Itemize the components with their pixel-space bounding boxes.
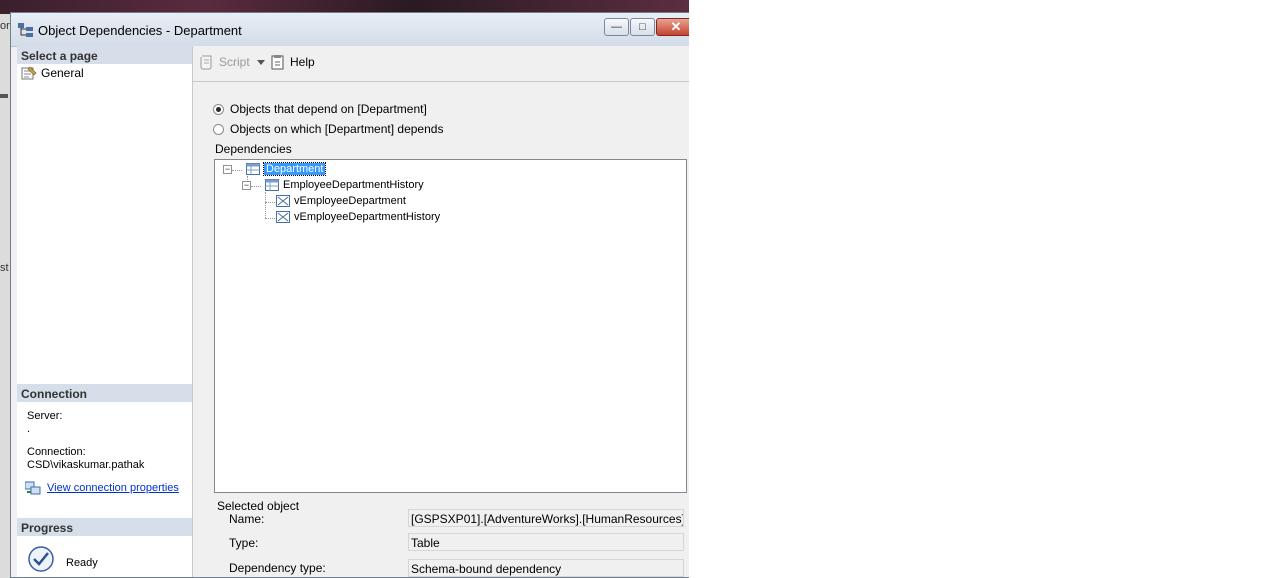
server-value: . [27, 423, 31, 435]
name-label: Name: [229, 512, 265, 526]
dependency-type-value-field[interactable]: Schema-bound dependency [408, 559, 684, 577]
script-button[interactable]: Script [199, 54, 250, 70]
selected-object-label: Selected object [217, 499, 300, 513]
connection-value: CSD\vikaskumar.pathak [27, 459, 145, 471]
type-label: Type: [229, 536, 259, 550]
script-label: Script [219, 55, 250, 69]
background-text-fragment: st [0, 262, 9, 274]
tree-node-label[interactable]: vEmployeeDepartmentHistory [294, 211, 440, 223]
radio-object-depends-on[interactable]: Objects on which [Department] depends [213, 122, 443, 136]
help-label: Help [290, 55, 315, 69]
dialog-window: Object Dependencies - Department — □ ✕ S… [10, 12, 689, 578]
background-text-fragment: or [0, 20, 10, 32]
minimize-icon: — [611, 21, 622, 33]
type-value-field[interactable]: Table [408, 533, 684, 551]
select-page-header: Select a page [17, 46, 192, 64]
table-icon [265, 179, 279, 191]
title-bar[interactable]: Object Dependencies - Department — □ ✕ [11, 13, 689, 47]
dependencies-tree[interactable]: − Department − EmployeeDepartmentHistory [214, 159, 687, 493]
name-value-field[interactable]: [GSPSXP01].[AdventureWorks].[HumanResour… [408, 509, 684, 527]
tree-node-child[interactable]: − EmployeeDepartmentHistory [242, 179, 424, 191]
server-label: Server: [27, 410, 63, 422]
page-item-general[interactable]: General [21, 66, 84, 80]
minimize-button[interactable]: — [604, 18, 629, 36]
connection-label: Connection: [27, 446, 86, 458]
tree-node-leaf[interactable]: vEmployeeDepartmentHistory [276, 211, 440, 223]
dependency-type-label: Dependency type: [229, 561, 326, 575]
connection-properties-icon [25, 481, 41, 495]
radio-depends-on-object[interactable]: Objects that depend on [Department] [213, 102, 427, 116]
toolbar: Script Help [193, 46, 689, 82]
connection-header: Connection [17, 384, 192, 402]
view-icon [276, 195, 290, 207]
maximize-icon: □ [639, 21, 646, 33]
script-icon [200, 55, 212, 70]
left-panel: Select a page General Connection Server:… [17, 46, 193, 577]
tree-node-label[interactable]: Department [262, 162, 327, 176]
tree-node-leaf[interactable]: vEmployeeDepartment [276, 195, 406, 207]
view-connection-properties-text[interactable]: View connection properties [47, 482, 179, 494]
tree-connector [265, 202, 275, 203]
window-title: Object Dependencies - Department [38, 23, 242, 38]
tree-node-root[interactable]: − Department [223, 162, 327, 176]
table-icon [246, 163, 260, 175]
dependencies-app-icon [18, 23, 33, 37]
close-icon: ✕ [670, 19, 682, 34]
page-item-label: General [41, 66, 84, 80]
ready-check-icon [28, 546, 54, 572]
tree-node-label[interactable]: vEmployeeDepartment [294, 195, 406, 207]
page-settings-icon [21, 66, 37, 80]
radio-label: Objects on which [Department] depends [230, 122, 444, 136]
tree-connector [265, 218, 275, 219]
tree-node-label[interactable]: EmployeeDepartmentHistory [283, 179, 424, 191]
collapse-icon[interactable]: − [242, 180, 251, 190]
help-button[interactable]: Help [270, 54, 315, 70]
script-dropdown-chevron-icon[interactable] [257, 60, 265, 65]
progress-status: Ready [66, 557, 98, 569]
close-button[interactable]: ✕ [656, 18, 689, 36]
dependencies-label: Dependencies [215, 142, 292, 156]
radio-button-selected[interactable] [213, 103, 224, 115]
radio-button[interactable] [213, 123, 224, 135]
collapse-icon[interactable]: − [223, 164, 232, 174]
progress-header: Progress [17, 518, 192, 536]
tree-connector [265, 192, 266, 218]
view-icon [276, 211, 290, 223]
radio-label: Objects that depend on [Department] [230, 102, 427, 116]
view-connection-properties-link[interactable]: View connection properties [25, 481, 179, 495]
help-icon [271, 55, 284, 70]
background-arrow-icon [0, 94, 8, 98]
maximize-button[interactable]: □ [630, 18, 655, 36]
